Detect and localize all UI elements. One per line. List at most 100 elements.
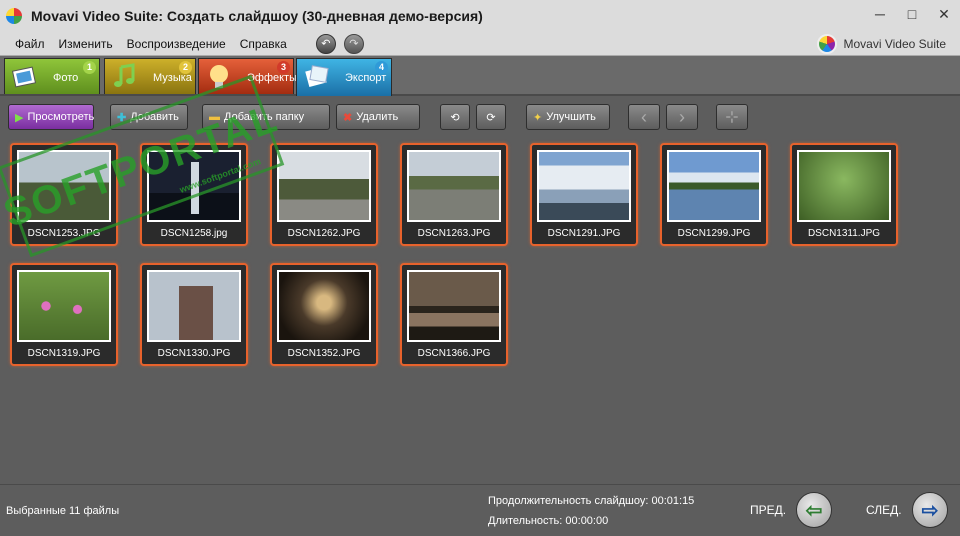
photo-filename: DSCN1299.JPG — [677, 228, 751, 239]
add-label: Добавить — [130, 111, 179, 123]
play-icon: ▶ — [15, 111, 24, 124]
movavi-logo-icon — [817, 34, 838, 54]
photo-preview — [17, 270, 111, 342]
menu-help[interactable]: Справка — [233, 37, 294, 51]
rotate-left-button[interactable]: ⟲ — [440, 104, 470, 130]
add-folder-label: Добавить папку — [224, 111, 305, 123]
photo-thumbnail[interactable]: DSCN1319.JPG — [10, 263, 118, 366]
photo-grid: DSCN1253.JPG DSCN1258.jpg DSCN1262.JPG D… — [0, 138, 960, 482]
prev-step-label: ПРЕД. — [750, 503, 787, 517]
photo-thumbnail[interactable]: DSCN1352.JPG — [270, 263, 378, 366]
photo-filename: DSCN1352.JPG — [287, 348, 361, 359]
photo-preview — [147, 150, 241, 222]
next-step-button[interactable]: ⇨ — [912, 492, 948, 528]
photo-thumbnail[interactable]: DSCN1291.JPG — [530, 143, 638, 246]
photo-filename: DSCN1311.JPG — [807, 228, 881, 239]
tab-photo-number: 1 — [83, 61, 96, 74]
slideshow-duration: Продолжительность слайдшоу: 00:01:15 — [488, 495, 695, 507]
arrow-left-icon: ⇦ — [805, 499, 823, 522]
photo-thumbnail[interactable]: DSCN1330.JPG — [140, 263, 248, 366]
delete-button[interactable]: ✖ Удалить — [336, 104, 420, 130]
preview-label: Просмотреть — [27, 111, 95, 123]
duration: Длительность: 00:00:00 — [488, 515, 609, 527]
maximize-button[interactable]: □ — [904, 6, 920, 23]
delete-icon: ✖ — [343, 111, 353, 124]
photo-filename: DSCN1366.JPG — [417, 348, 491, 359]
photo-filename: DSCN1319.JPG — [27, 348, 101, 359]
close-button[interactable]: ✕ — [936, 6, 952, 23]
rotate-right-icon: ⟳ — [486, 111, 496, 124]
previous-photo-button[interactable]: ‹ — [628, 104, 660, 130]
export-icon — [305, 65, 329, 88]
add-button[interactable]: ✚ Добавить — [110, 104, 188, 130]
tab-music[interactable]: Музыка 2 — [104, 58, 196, 94]
photo-filename: DSCN1262.JPG — [287, 228, 361, 239]
magic-wand-icon: ✦ — [533, 111, 543, 124]
photo-preview — [147, 270, 241, 342]
bulb-icon — [210, 65, 228, 88]
selection-count: Выбранные 11 файлы — [6, 505, 120, 517]
photo-filename: DSCN1291.JPG — [547, 228, 621, 239]
enhance-button[interactable]: ✦ Улучшить — [526, 104, 610, 130]
photo-preview — [407, 150, 501, 222]
next-step-label: СЛЕД. — [866, 503, 902, 517]
tab-music-number: 2 — [179, 61, 192, 74]
step-tabs: Фото 1 Музыка 2 Эффекты 3 Экспорт 4 — [0, 56, 960, 96]
tab-export-number: 4 — [375, 61, 388, 74]
brand-name: Movavi Video Suite — [843, 37, 946, 51]
photo-thumbnail[interactable]: DSCN1366.JPG — [400, 263, 508, 366]
photo-icon — [11, 66, 37, 88]
fit-screen-button[interactable]: ⊹ — [716, 104, 748, 130]
toolbar: ▶ Просмотреть ✚ Добавить ▬ Добавить папк… — [0, 98, 960, 136]
photo-preview — [537, 150, 631, 222]
tab-effects[interactable]: Эффекты 3 — [198, 58, 298, 94]
music-note-icon — [114, 63, 135, 87]
fit-screen-icon: ⊹ — [725, 109, 739, 126]
photo-preview — [277, 270, 371, 342]
photo-thumbnail[interactable]: DSCN1253.JPG — [10, 143, 118, 246]
menu-bar: Файл Изменить Воспроизведение Справка ↶ … — [0, 32, 960, 56]
photo-filename: DSCN1258.jpg — [160, 228, 228, 239]
window-title: Movavi Video Suite: Создать слайдшоу (30… — [31, 8, 483, 24]
folder-icon: ▬ — [209, 111, 220, 123]
photo-thumbnail[interactable]: DSCN1311.JPG — [790, 143, 898, 246]
menu-playback[interactable]: Воспроизведение — [120, 37, 233, 51]
arrow-right-icon: ⇨ — [921, 499, 939, 522]
plus-icon: ✚ — [117, 111, 127, 124]
tab-export[interactable]: Экспорт 4 — [296, 58, 392, 96]
minimize-button[interactable]: ─ — [872, 6, 888, 23]
title-bar: Movavi Video Suite: Создать слайдшоу (30… — [0, 0, 960, 32]
brand: Movavi Video Suite — [817, 34, 946, 54]
next-photo-button[interactable]: › — [666, 104, 698, 130]
photo-preview — [277, 150, 371, 222]
prev-step-button[interactable]: ⇦ — [796, 492, 832, 528]
menu-file[interactable]: Файл — [8, 37, 52, 51]
photo-filename: DSCN1263.JPG — [417, 228, 491, 239]
photo-preview — [407, 270, 501, 342]
photo-preview — [667, 150, 761, 222]
enhance-label: Улучшить — [546, 111, 596, 123]
chevron-right-icon: › — [679, 106, 685, 127]
tab-photo-label: Фото — [53, 72, 79, 84]
add-folder-button[interactable]: ▬ Добавить папку — [202, 104, 330, 130]
chevron-left-icon: ‹ — [641, 106, 647, 127]
photo-thumbnail[interactable]: DSCN1258.jpg — [140, 143, 248, 246]
undo-button[interactable]: ↶ — [315, 33, 336, 54]
rotate-left-icon: ⟲ — [450, 111, 460, 124]
photo-filename: DSCN1330.JPG — [157, 348, 231, 359]
status-bar: Выбранные 11 файлы Продолжительность сла… — [0, 484, 960, 536]
tab-photo[interactable]: Фото 1 — [4, 58, 100, 94]
photo-thumbnail[interactable]: DSCN1299.JPG — [660, 143, 768, 246]
photo-filename: DSCN1253.JPG — [27, 228, 101, 239]
photo-thumbnail[interactable]: DSCN1262.JPG — [270, 143, 378, 246]
photo-thumbnail[interactable]: DSCN1263.JPG — [400, 143, 508, 246]
tab-effects-label: Эффекты — [247, 72, 298, 84]
tab-effects-number: 3 — [277, 61, 290, 74]
redo-button[interactable]: ↷ — [343, 33, 364, 54]
menu-edit[interactable]: Изменить — [52, 37, 120, 51]
photo-preview — [17, 150, 111, 222]
preview-button[interactable]: ▶ Просмотреть — [8, 104, 94, 130]
app-logo-icon — [6, 8, 22, 24]
delete-label: Удалить — [356, 111, 399, 123]
rotate-right-button[interactable]: ⟳ — [476, 104, 506, 130]
